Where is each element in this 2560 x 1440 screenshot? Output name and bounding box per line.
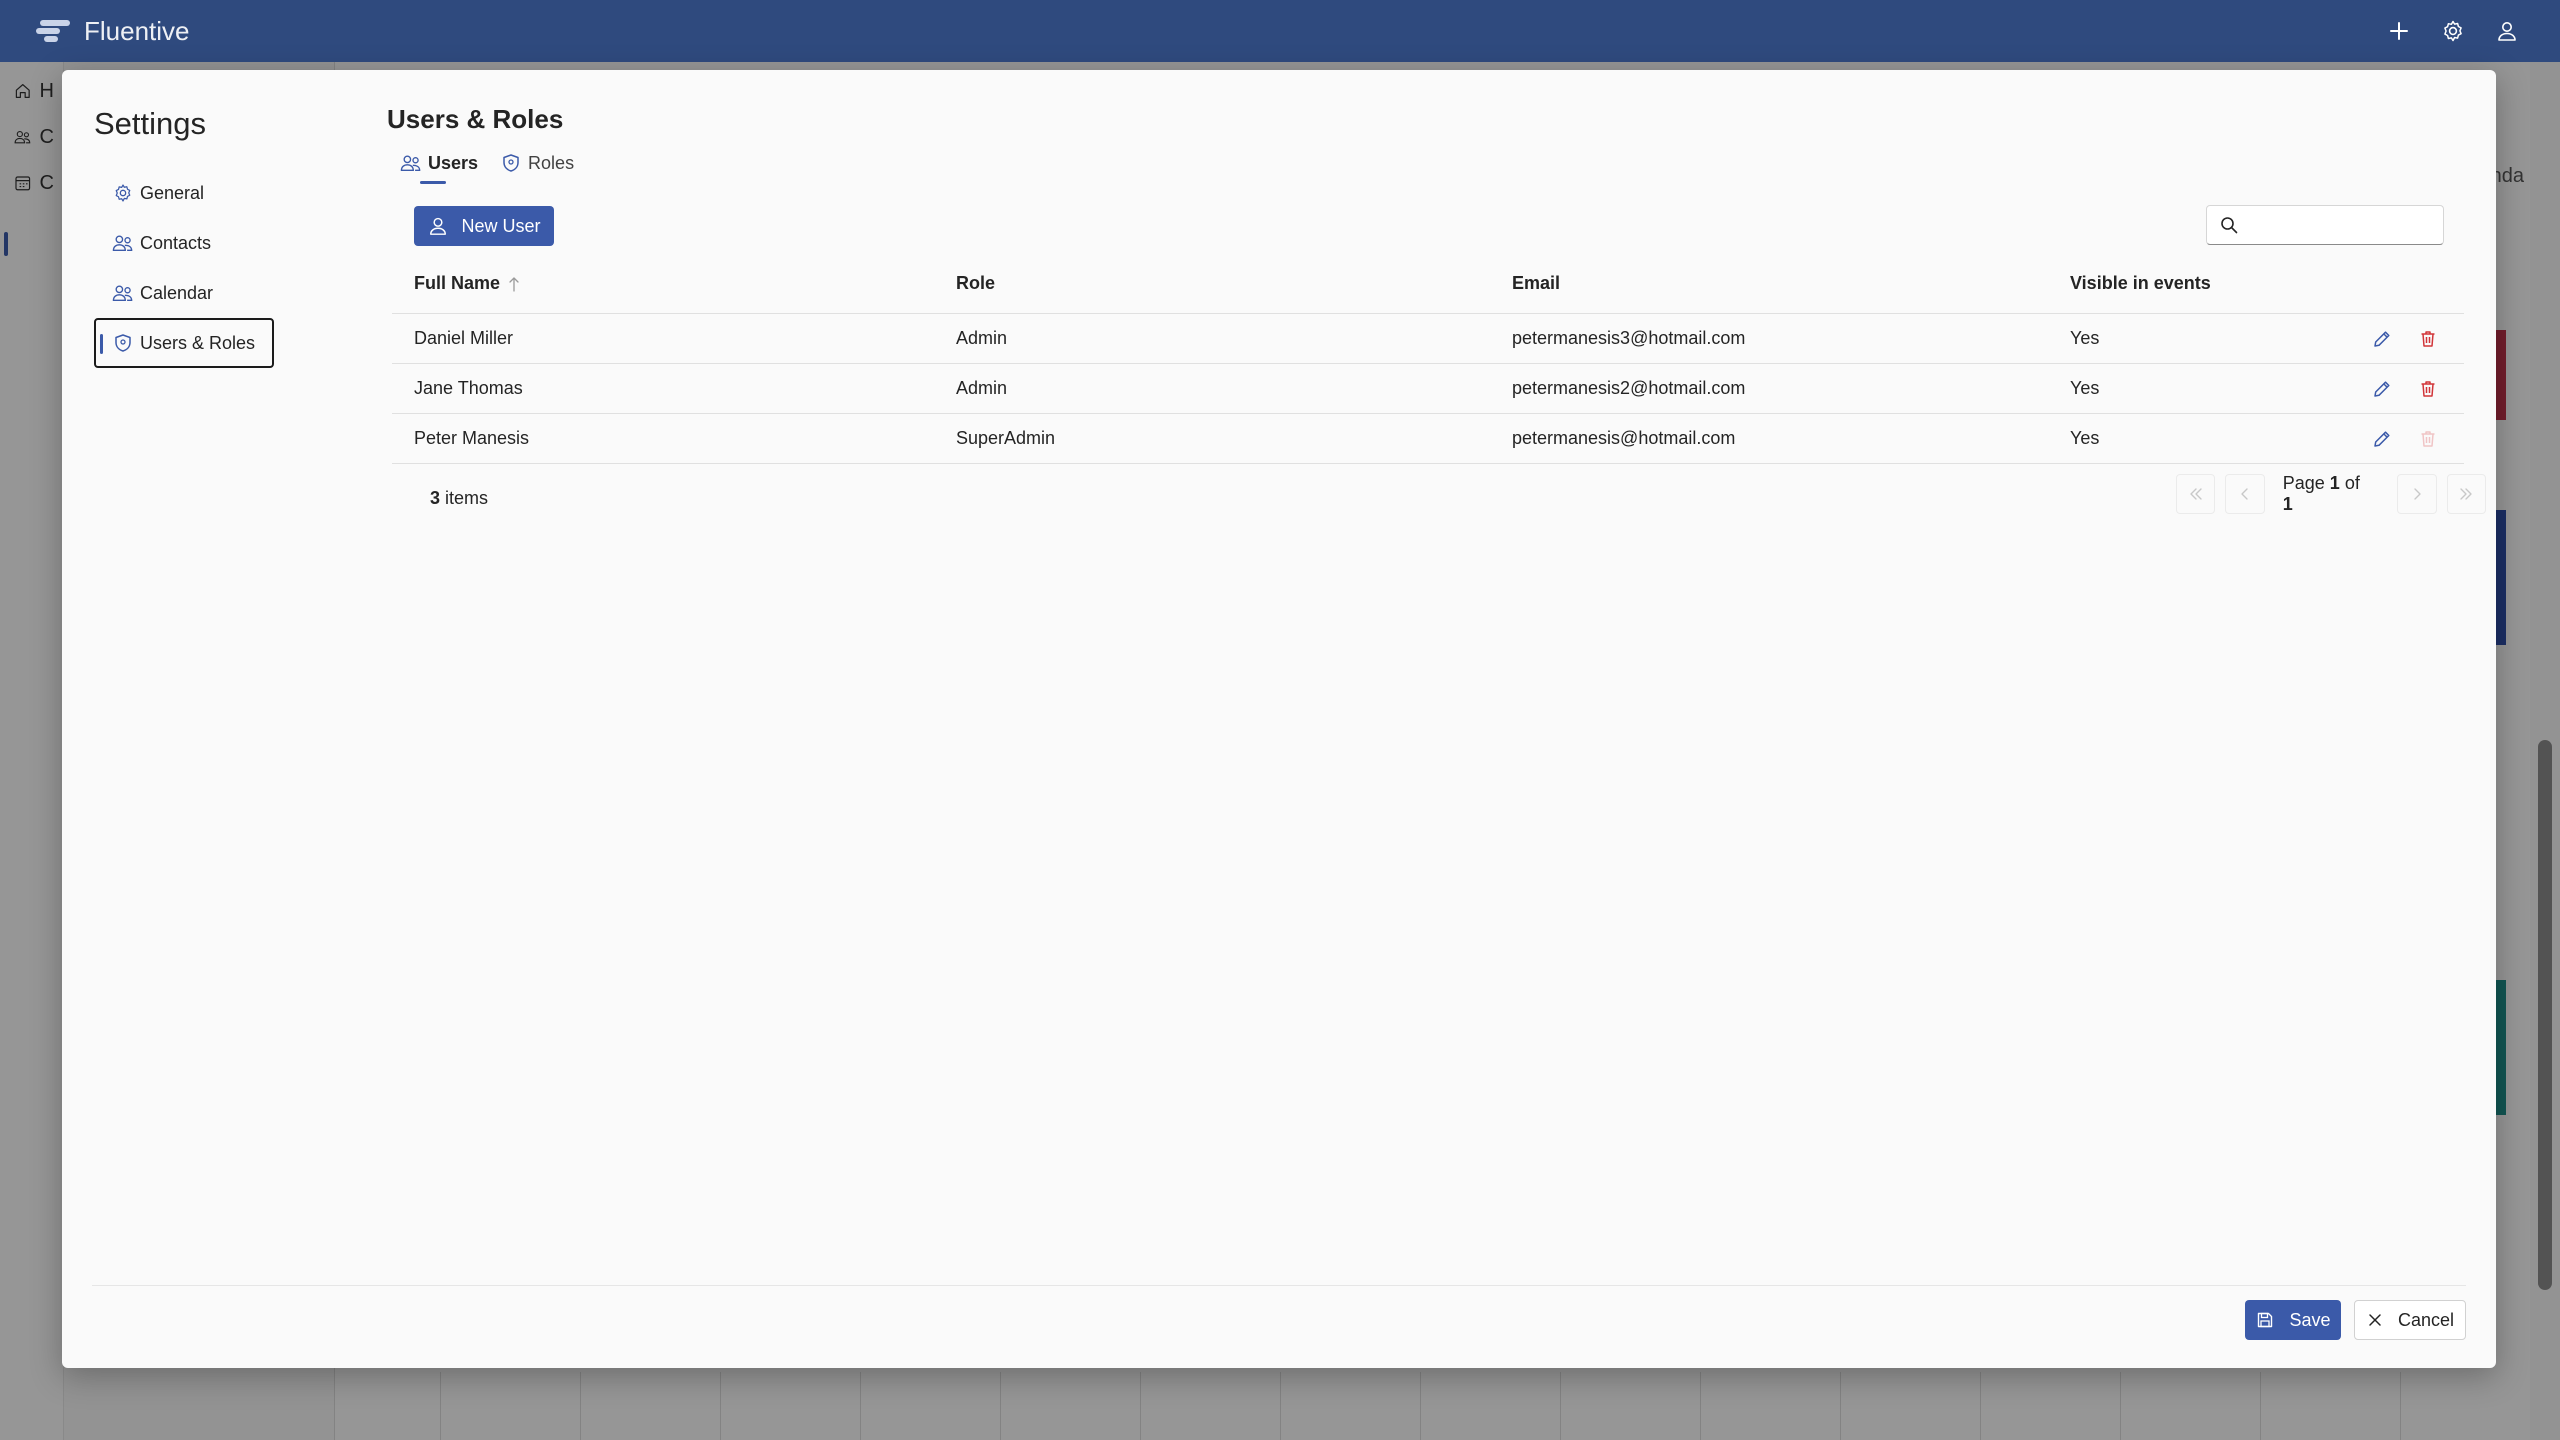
previous-page-button[interactable]	[2225, 474, 2265, 514]
chevron-double-right-icon	[2460, 488, 2473, 500]
column-header-email[interactable]: Email	[1508, 273, 2066, 294]
pagination: Page 1 of 1	[2176, 473, 2496, 515]
first-page-button[interactable]	[2176, 474, 2216, 514]
of-label: of	[2344, 473, 2360, 493]
cell-visible-in-events: Yes	[2070, 428, 2100, 448]
next-page-button[interactable]	[2397, 474, 2437, 514]
table-row[interactable]: Daniel Miller Admin petermanesis3@hotmai…	[392, 314, 2464, 364]
table-header: Full Name Role Email Visible in events	[392, 254, 2464, 314]
search-box	[2206, 205, 2444, 245]
cell-full-name: Jane Thomas	[414, 378, 523, 398]
delete-icon[interactable]	[2416, 377, 2440, 401]
page-label: Page	[2282, 473, 2325, 493]
fluentive-logo-icon	[36, 16, 72, 46]
new-user-button[interactable]: New User	[414, 206, 554, 246]
person-icon[interactable]	[2494, 18, 2520, 44]
column-header-visible-in-events[interactable]: Visible in events	[2066, 273, 2346, 294]
save-label: Save	[2289, 1309, 2331, 1330]
cell-email: petermanesis3@hotmail.com	[1512, 328, 1746, 348]
cell-full-name: Daniel Miller	[414, 328, 514, 348]
users-table: Full Name Role Email Visible in events D…	[392, 254, 2464, 464]
table-row[interactable]: Peter Manesis SuperAdmin petermanesis@ho…	[392, 414, 2464, 464]
last-page-button[interactable]	[2446, 474, 2487, 514]
cell-visible-in-events: Yes	[2070, 328, 2100, 348]
column-header-label: Full Name	[414, 273, 501, 293]
cell-email: petermanesis2@hotmail.com	[1512, 378, 1746, 398]
chevron-double-left-icon	[2189, 488, 2202, 500]
chevron-left-icon	[2241, 488, 2248, 500]
column-header-full-name[interactable]: Full Name	[392, 273, 950, 294]
person-icon	[427, 215, 449, 237]
delete-icon[interactable]	[2416, 327, 2440, 351]
search-icon	[2221, 217, 2238, 234]
cell-full-name: Peter Manesis	[414, 428, 530, 448]
table-row[interactable]: Jane Thomas Admin petermanesis2@hotmail.…	[392, 364, 2464, 414]
total-pages: 1	[2282, 494, 2293, 514]
close-icon	[2366, 1311, 2384, 1329]
edit-icon[interactable]	[2370, 327, 2394, 351]
cell-role: SuperAdmin	[956, 428, 1056, 448]
brand-name: Fluentive	[84, 15, 190, 46]
new-user-label: New User	[461, 215, 541, 236]
items-count: 3 items	[430, 488, 488, 509]
search-input[interactable]	[2249, 214, 2429, 236]
app-header: Fluentive	[0, 0, 2560, 62]
page-indicator: Page 1 of 1	[2283, 473, 2374, 515]
cell-email: petermanesis@hotmail.com	[1512, 428, 1736, 448]
gear-icon[interactable]	[2440, 18, 2466, 44]
chevron-right-icon	[2414, 488, 2421, 500]
current-page: 1	[2329, 473, 2340, 493]
edit-icon[interactable]	[2370, 377, 2394, 401]
column-header-role[interactable]: Role	[950, 273, 1508, 294]
save-button[interactable]: Save	[2245, 1300, 2341, 1340]
delete-icon	[2416, 427, 2440, 451]
items-count-number: 3	[430, 488, 441, 508]
plus-icon[interactable]	[2386, 18, 2412, 44]
arrow-up-icon	[508, 274, 522, 294]
cell-visible-in-events: Yes	[2070, 378, 2100, 398]
cell-role: Admin	[956, 378, 1008, 398]
save-icon	[2255, 1310, 2275, 1330]
footer-divider	[92, 1285, 2466, 1286]
cancel-label: Cancel	[2397, 1309, 2455, 1330]
cancel-button[interactable]: Cancel	[2354, 1300, 2466, 1340]
items-count-label: items	[445, 488, 489, 508]
brand[interactable]: Fluentive	[36, 16, 190, 47]
cell-role: Admin	[956, 328, 1008, 348]
edit-icon[interactable]	[2370, 427, 2394, 451]
